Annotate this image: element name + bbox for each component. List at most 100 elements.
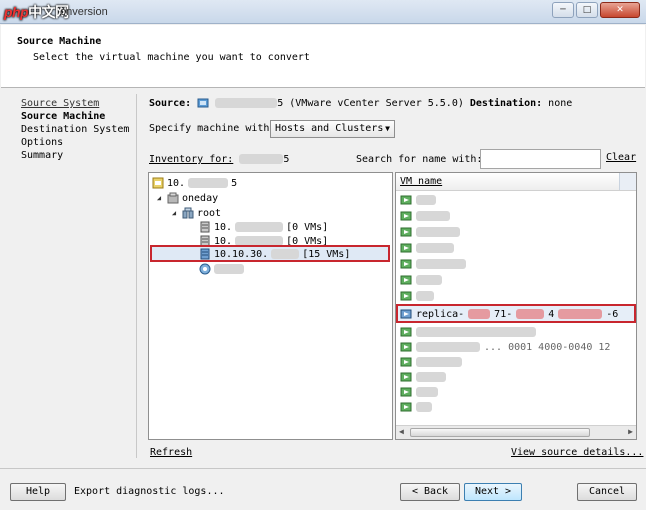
vm-icon bbox=[400, 243, 412, 253]
collapse-arrow-icon[interactable]: ◢ bbox=[154, 194, 164, 202]
vcenter-icon bbox=[152, 177, 164, 189]
redacted-host bbox=[188, 178, 229, 188]
vm-icon bbox=[400, 259, 412, 269]
cancel-button[interactable]: Cancel bbox=[577, 483, 637, 501]
redacted-name bbox=[416, 357, 462, 367]
vm-icon bbox=[400, 291, 412, 301]
clear-button[interactable]: Clear bbox=[606, 152, 636, 163]
step-source-machine[interactable]: Source Machine bbox=[21, 111, 105, 122]
destination-label: Destination: bbox=[469, 98, 543, 109]
redacted-name bbox=[516, 309, 545, 319]
host-icon bbox=[200, 248, 210, 260]
collapse-arrow-icon[interactable]: ◢ bbox=[169, 209, 179, 217]
maximize-button[interactable]: □ bbox=[576, 2, 598, 18]
specify-label: Specify machine with: bbox=[149, 123, 276, 134]
vm-row[interactable] bbox=[400, 193, 436, 207]
redacted-name bbox=[416, 291, 434, 301]
step-options: Options bbox=[21, 137, 64, 148]
redacted-host bbox=[235, 222, 284, 232]
specify-machine-value: Hosts and Clusters bbox=[275, 123, 384, 134]
datacenter-icon bbox=[167, 192, 179, 204]
redacted-name bbox=[468, 309, 491, 319]
vm-list-header[interactable]: VM name bbox=[396, 173, 636, 191]
vm-row[interactable] bbox=[400, 209, 450, 223]
vm-icon bbox=[400, 372, 412, 382]
tree-cluster[interactable]: ◢ root bbox=[169, 206, 221, 220]
tree-root[interactable]: 10. 5 bbox=[152, 176, 237, 190]
inventory-line: Inventory for: 5 bbox=[149, 154, 289, 165]
vm-list[interactable]: VM name replica- 71- 4 -6 ... 0001 4000-004… bbox=[395, 172, 637, 440]
vm-row[interactable] bbox=[400, 273, 442, 287]
vm-row[interactable] bbox=[400, 257, 466, 271]
step-summary: Summary bbox=[21, 150, 64, 161]
help-button[interactable]: Help bbox=[10, 483, 66, 501]
scrollbar-cap bbox=[619, 173, 636, 190]
chevron-down-icon: ▼ bbox=[385, 124, 390, 133]
inventory-suffix: 5 bbox=[283, 154, 290, 165]
redacted-name bbox=[558, 309, 603, 319]
export-logs-link[interactable]: Export diagnostic logs... bbox=[74, 486, 225, 497]
vm-icon bbox=[400, 402, 412, 412]
destination-value: none bbox=[548, 98, 573, 109]
app-logo: php中文网 bbox=[4, 4, 69, 20]
minimize-button[interactable]: ─ bbox=[552, 2, 574, 18]
vcenter-icon bbox=[197, 98, 209, 108]
inventory-tree[interactable]: 10. 5 ◢ oneday ◢ root 10. [0 VMs] 10. [0 … bbox=[148, 172, 393, 440]
vm-row[interactable] bbox=[400, 400, 432, 414]
redacted-name bbox=[416, 275, 442, 285]
source-line: Source: 5 (VMware vCenter Server 5.5.0) … bbox=[149, 97, 572, 109]
vm-icon bbox=[400, 342, 412, 352]
tree-host[interactable]: 10. [0 VMs] bbox=[199, 220, 328, 234]
redacted-name bbox=[416, 387, 438, 397]
vm-row[interactable]: ... 0001 4000-0040 12 bbox=[400, 340, 610, 354]
step-destination-system: Destination System bbox=[21, 124, 130, 135]
close-button[interactable]: ✕ bbox=[600, 2, 640, 18]
next-button[interactable]: Next > bbox=[464, 483, 522, 501]
vm-partial-text: ... 0001 4000-0040 12 bbox=[484, 341, 611, 353]
vm-row[interactable] bbox=[400, 325, 536, 339]
redacted-name bbox=[416, 327, 536, 337]
vm-row[interactable] bbox=[400, 385, 438, 399]
step-source-system[interactable]: Source System bbox=[21, 98, 99, 109]
page-title: Source Machine bbox=[17, 36, 102, 47]
page-subtitle: Select the virtual machine you want to c… bbox=[33, 52, 310, 63]
search-input[interactable] bbox=[480, 149, 601, 169]
redacted-host bbox=[239, 154, 284, 164]
resource-pool-icon bbox=[199, 263, 211, 275]
redacted-name bbox=[416, 372, 446, 382]
vm-row[interactable] bbox=[400, 289, 434, 303]
scroll-left-icon[interactable]: ◀ bbox=[399, 427, 404, 436]
redacted-name bbox=[416, 342, 480, 352]
tree-datacenter[interactable]: ◢ oneday bbox=[154, 191, 218, 205]
redacted-host bbox=[271, 249, 300, 259]
vm-icon bbox=[400, 211, 412, 221]
vm-icon bbox=[400, 387, 412, 397]
tree-resource-pool[interactable] bbox=[199, 262, 244, 276]
window-title: onversion bbox=[60, 6, 108, 18]
vm-row-selected[interactable]: replica- 71- 4 -6 bbox=[400, 307, 618, 321]
scroll-right-icon[interactable]: ▶ bbox=[628, 427, 633, 436]
redacted-name bbox=[416, 243, 454, 253]
back-button[interactable]: < Back bbox=[400, 483, 460, 501]
view-source-details-link[interactable]: View source details... bbox=[511, 447, 643, 458]
vm-icon bbox=[400, 227, 412, 237]
refresh-link[interactable]: Refresh bbox=[150, 447, 192, 458]
redacted-name bbox=[416, 259, 466, 269]
specify-machine-select[interactable]: Hosts and Clusters ▼ bbox=[270, 120, 395, 138]
redacted-host bbox=[215, 98, 278, 108]
vm-icon bbox=[400, 309, 412, 319]
host-icon bbox=[200, 221, 210, 233]
source-value: 5 (VMware vCenter Server 5.5.0) bbox=[277, 98, 464, 109]
vm-name-column[interactable]: VM name bbox=[400, 176, 442, 187]
source-label: Source: bbox=[149, 98, 192, 109]
tree-host-selected[interactable]: 10.10.30. [15 VMs] bbox=[199, 247, 350, 261]
scroll-thumb[interactable] bbox=[410, 428, 590, 437]
wizard-footer: Help Export diagnostic logs... < Back Ne… bbox=[0, 468, 646, 510]
vm-row[interactable] bbox=[400, 370, 446, 384]
vm-row[interactable] bbox=[400, 225, 460, 239]
horizontal-scrollbar[interactable]: ◀ ▶ bbox=[396, 425, 636, 439]
vm-row[interactable] bbox=[400, 355, 462, 369]
vm-row[interactable] bbox=[400, 241, 454, 255]
redacted-name bbox=[416, 195, 436, 205]
vm-icon bbox=[400, 195, 412, 205]
